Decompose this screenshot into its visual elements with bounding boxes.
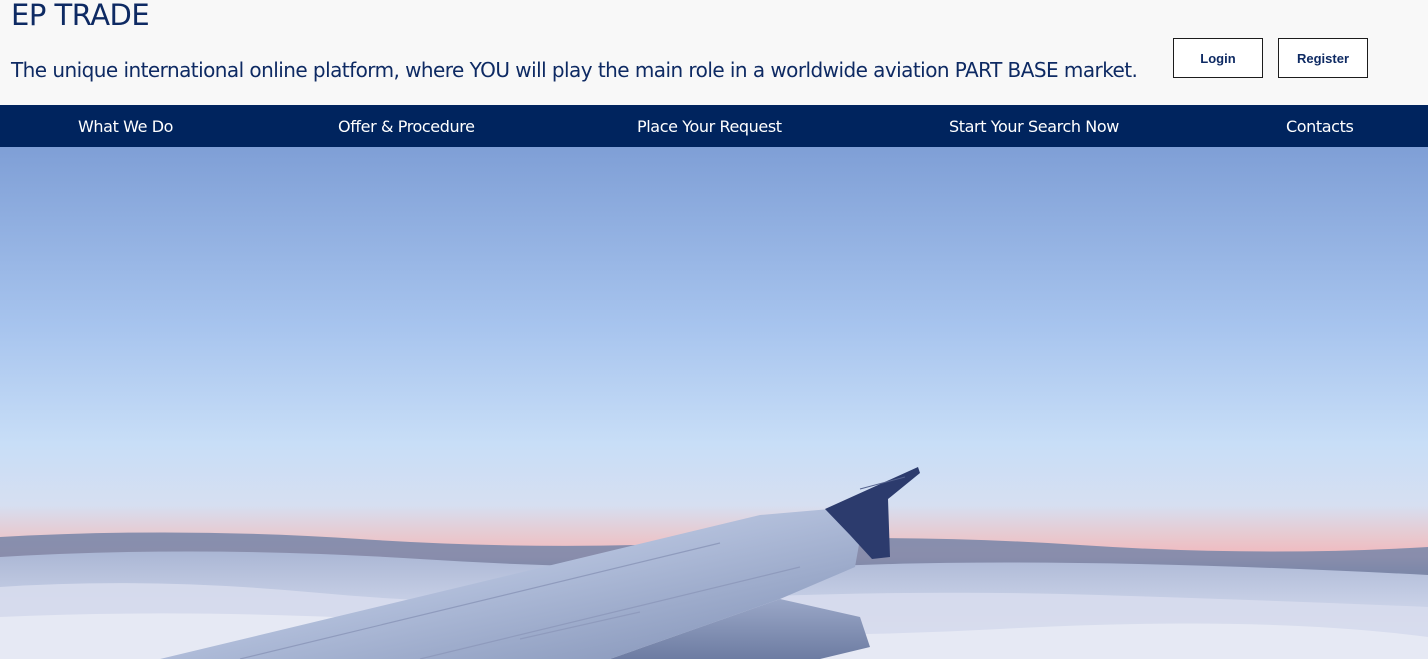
- site-header: EP TRADE The unique international online…: [0, 0, 1428, 105]
- airplane-wing-sky-image: [0, 147, 1428, 659]
- site-title[interactable]: EP TRADE: [11, 0, 150, 32]
- site-tagline: The unique international online platform…: [11, 58, 1138, 82]
- hero-image: [0, 147, 1428, 659]
- nav-item-offer-procedure[interactable]: Offer & Procedure: [338, 105, 475, 147]
- nav-item-place-your-request[interactable]: Place Your Request: [637, 105, 782, 147]
- nav-item-start-your-search[interactable]: Start Your Search Now: [949, 105, 1119, 147]
- register-button[interactable]: Register: [1278, 38, 1368, 78]
- login-button[interactable]: Login: [1173, 38, 1263, 78]
- nav-item-what-we-do[interactable]: What We Do: [78, 105, 173, 147]
- main-navigation: What We Do Offer & Procedure Place Your …: [0, 105, 1428, 147]
- nav-item-contacts[interactable]: Contacts: [1286, 105, 1354, 147]
